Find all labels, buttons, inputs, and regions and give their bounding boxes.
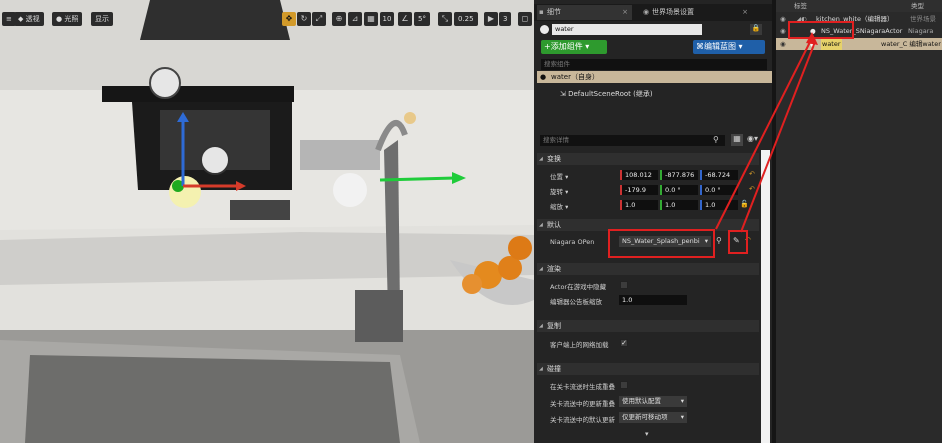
annotation-arrows (715, 32, 818, 233)
